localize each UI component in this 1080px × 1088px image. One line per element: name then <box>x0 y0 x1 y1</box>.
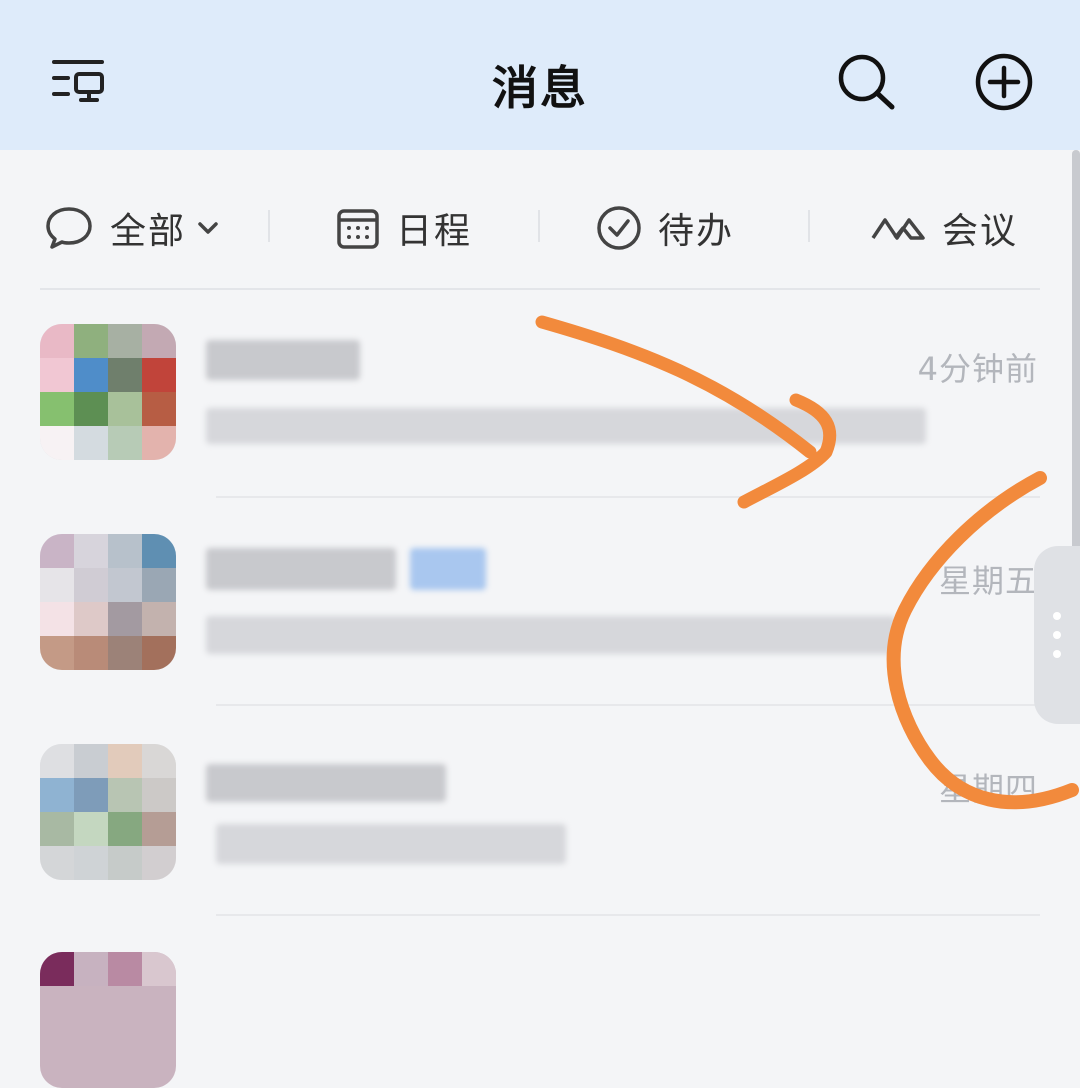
group-avatar <box>40 952 176 1088</box>
calendar-icon <box>337 209 379 249</box>
message-time: 4分钟前 <box>917 350 1038 388</box>
chevron-down-icon <box>198 222 218 234</box>
check-circle-icon <box>597 206 641 250</box>
conversation-row[interactable]: 4分钟前 <box>0 290 1080 498</box>
group-avatar <box>40 324 176 460</box>
page-title: 消息 <box>492 61 588 115</box>
filter-meeting[interactable]: 会议 <box>870 200 1018 256</box>
blurred-preview <box>216 824 566 864</box>
divider <box>808 210 810 242</box>
divider <box>538 210 540 242</box>
blurred-name <box>206 764 446 802</box>
filter-todo[interactable]: 待办 <box>596 200 734 256</box>
conversation-row[interactable] <box>0 916 1080 1088</box>
filter-label: 全部 <box>110 211 187 252</box>
filter-schedule[interactable]: 日程 <box>336 200 472 256</box>
message-time: 星期四 <box>938 770 1038 808</box>
blurred-preview <box>206 616 896 654</box>
divider <box>268 210 270 242</box>
plus-circle-icon[interactable] <box>974 52 1034 112</box>
conversation-row[interactable]: 星期四 <box>0 706 1080 914</box>
group-avatar <box>40 744 176 880</box>
filter-label: 待办 <box>658 211 735 252</box>
blurred-tag <box>410 548 486 590</box>
message-time: 星期五 <box>938 562 1038 600</box>
filter-label: 日程 <box>396 211 473 252</box>
blurred-preview <box>206 408 926 444</box>
top-bar: 消息 <box>0 0 1080 150</box>
search-icon[interactable] <box>836 52 898 112</box>
conversation-row[interactable]: 星期五 <box>0 498 1080 706</box>
blurred-name <box>206 340 360 380</box>
blurred-name <box>206 548 396 590</box>
filter-all[interactable]: 全部 <box>44 200 222 256</box>
side-floating-handle[interactable] <box>1034 546 1080 724</box>
dot-icon <box>1053 612 1061 620</box>
group-avatar <box>40 534 176 670</box>
chat-bubble-icon <box>46 207 92 249</box>
dot-icon <box>1053 650 1061 658</box>
filter-label: 会议 <box>942 211 1019 252</box>
dot-icon <box>1053 631 1061 639</box>
meeting-icon <box>871 218 925 240</box>
